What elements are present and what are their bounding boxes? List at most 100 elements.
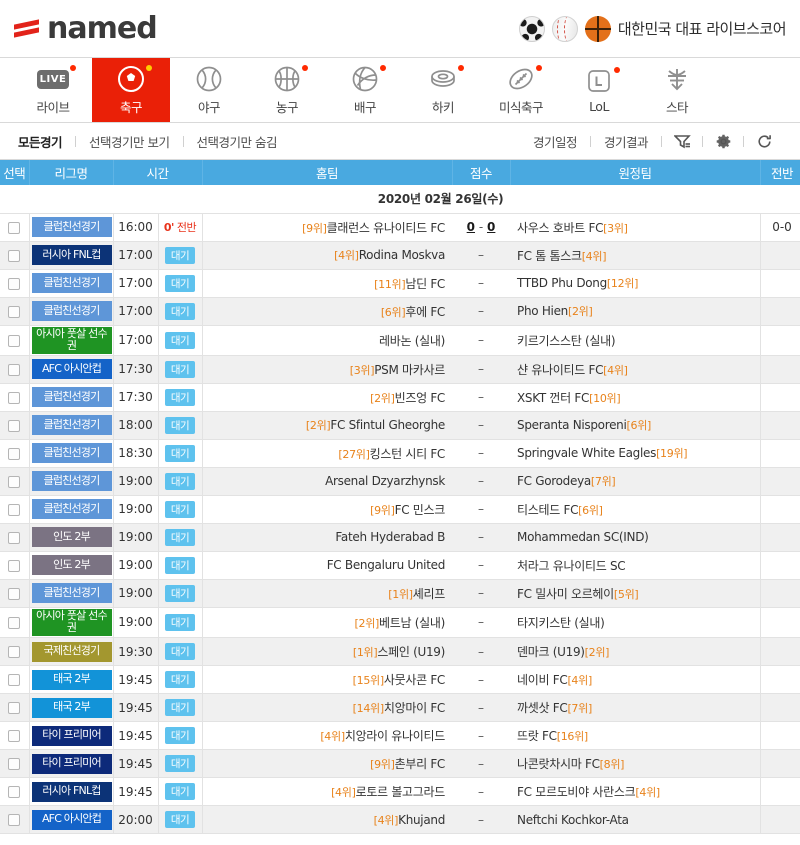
row-select-cell[interactable] [0, 805, 30, 835]
league-cell[interactable]: 태국 2부 [29, 665, 114, 695]
row-checkbox[interactable] [8, 334, 21, 347]
table-row[interactable]: 클럽친선경기 19:00 대기 Arsenal Dzyarzhynsk – FC Goro… [0, 467, 800, 496]
row-select-cell[interactable] [0, 467, 30, 496]
row-select-cell[interactable] [0, 551, 30, 580]
row-checkbox[interactable] [8, 447, 21, 460]
league-badge[interactable]: 타이 프리미어 [31, 725, 112, 746]
league-cell[interactable]: 클럽친선경기 [29, 579, 114, 608]
table-row[interactable]: 인도 2부 19:00 대기 Fateh Hyderabad B – Mohammedan… [0, 523, 800, 552]
table-row[interactable]: 태국 2부19:45대기[14위]치앙마이 FC–까셋삿 FC[7위]★ [0, 693, 800, 723]
row-checkbox[interactable] [8, 503, 21, 516]
table-row[interactable]: 클럽친선경기19:00대기[9위]FC 민스크–티스테드 FC[6위]★ [0, 495, 800, 524]
filter-show-selected-only[interactable]: 선택경기만 보기 [76, 132, 182, 151]
home-team-cell[interactable]: [4위]Khujand [202, 805, 453, 835]
sport-tab-축구[interactable]: 축구 [92, 58, 170, 122]
gear-icon[interactable] [703, 133, 743, 150]
league-badge[interactable]: 클럽친선경기 [31, 301, 112, 321]
table-row[interactable]: 클럽친선경기 17:00 대기 [11위]남딘 FC – TTBD Phu Dong[12… [0, 269, 800, 298]
row-checkbox[interactable] [8, 419, 21, 432]
row-checkbox[interactable] [8, 814, 21, 827]
league-badge[interactable]: 러시아 FNL컵 [31, 245, 112, 265]
league-badge[interactable]: 인도 2부 [31, 555, 112, 576]
table-row[interactable]: 아시아 풋살 선수권17:00대기레바논 (실내)–키르기스스탄 (실내)★ [0, 325, 800, 356]
league-badge[interactable]: 태국 2부 [31, 669, 112, 690]
league-cell[interactable]: AFC 아시안컵 [29, 355, 114, 384]
league-cell[interactable]: 인도 2부 [29, 551, 114, 580]
row-select-cell[interactable] [0, 241, 30, 270]
home-team-cell[interactable]: [4위]로토르 볼고그라드 [202, 777, 453, 807]
away-team-cell[interactable]: Springvale White Eagles[19위] [510, 439, 761, 468]
table-row[interactable]: AFC 아시안컵 17:30 대기 [3위]PSM 마카사르 – 샨 유나이티드 FC[4… [0, 355, 800, 384]
away-team-cell[interactable]: Mohammedan SC(IND) [510, 523, 761, 552]
away-team-cell[interactable]: 까셋삿 FC[7위] [510, 693, 761, 723]
league-badge[interactable]: AFC 아시안컵 [31, 809, 112, 830]
row-select-cell[interactable] [0, 213, 30, 242]
table-row[interactable]: 러시아 FNL컵 19:45 대기 [4위]로토르 볼고그라드 – FC 모르도비야 사란… [0, 777, 800, 807]
league-cell[interactable]: 아시아 풋살 선수권 [29, 325, 114, 356]
league-cell[interactable]: 인도 2부 [29, 523, 114, 552]
league-badge[interactable]: 클럽친선경기 [31, 471, 112, 492]
home-team-cell[interactable]: Arsenal Dzyarzhynsk [202, 467, 453, 496]
away-team-cell[interactable]: 덴마크 (U19)[2위] [510, 637, 761, 667]
away-team-cell[interactable]: FC 밀사미 오르헤이[5위] [510, 579, 761, 608]
sport-tab-야구[interactable]: 야구 [170, 58, 248, 122]
away-team-cell[interactable]: 샨 유나이티드 FC[4위] [510, 355, 761, 384]
league-badge[interactable]: 클럽친선경기 [31, 217, 112, 237]
row-checkbox[interactable] [8, 221, 21, 234]
sport-tab-농구[interactable]: 농구 [248, 58, 326, 122]
league-cell[interactable]: 타이 프리미어 [29, 749, 114, 779]
row-select-cell[interactable] [0, 607, 30, 639]
league-cell[interactable]: 클럽친선경기 [29, 439, 114, 468]
league-badge[interactable]: 클럽친선경기 [31, 499, 112, 520]
away-team-cell[interactable]: Neftchi Kochkor-Ata [510, 805, 761, 835]
away-team-cell[interactable]: 타지키스탄 (실내) [510, 607, 761, 639]
away-team-cell[interactable]: XSKT 껀터 FC[10위] [510, 383, 761, 412]
row-select-cell[interactable] [0, 269, 30, 298]
away-team-cell[interactable]: FC 톰 톰스크[4위] [510, 241, 761, 270]
filter-all-games[interactable]: 모든경기 [18, 132, 75, 151]
table-row[interactable]: 클럽친선경기17:30대기[2위]빈즈엉 FC–XSKT 껀터 FC[10위]★ [0, 383, 800, 412]
home-team-cell[interactable]: [9위]촌부리 FC [202, 749, 453, 779]
league-cell[interactable]: 타이 프리미어 [29, 721, 114, 751]
league-cell[interactable]: 클럽친선경기 [29, 411, 114, 440]
sport-tab-하키[interactable]: 하키 [404, 58, 482, 122]
league-cell[interactable]: 클럽친선경기 [29, 467, 114, 496]
row-select-cell[interactable] [0, 637, 30, 667]
link-schedule[interactable]: 경기일정 [520, 132, 590, 151]
home-team-cell[interactable]: Fateh Hyderabad B [202, 523, 453, 552]
home-team-cell[interactable]: [15위]사뭇사콘 FC [202, 665, 453, 695]
league-badge[interactable]: 아시아 풋살 선수권 [31, 326, 112, 354]
home-team-cell[interactable]: [6위]후에 FC [202, 297, 453, 326]
sport-tab-배구[interactable]: 배구 [326, 58, 404, 122]
row-select-cell[interactable] [0, 749, 30, 779]
row-checkbox[interactable] [8, 531, 21, 544]
home-team-cell[interactable]: [2위]빈즈엉 FC [202, 383, 453, 412]
table-row[interactable]: 국제친선경기 19:30 대기 [1위]스페인 (U19) – 덴마크 (U19)[2위]… [0, 637, 800, 667]
league-cell[interactable]: AFC 아시안컵 [29, 805, 114, 835]
home-team-cell[interactable]: [1위]셰리프 [202, 579, 453, 608]
home-team-cell[interactable]: [2위]FC Sfintul Gheorghe [202, 411, 453, 440]
home-team-cell[interactable]: [4위]치앙라이 유나이티드 [202, 721, 453, 751]
league-badge[interactable]: 인도 2부 [31, 527, 112, 548]
home-team-cell[interactable]: [11위]남딘 FC [202, 269, 453, 298]
league-cell[interactable]: 아시아 풋살 선수권 [29, 607, 114, 639]
away-team-cell[interactable]: Speranta Nisporeni[6위] [510, 411, 761, 440]
league-cell[interactable]: 태국 2부 [29, 693, 114, 723]
row-checkbox[interactable] [8, 249, 21, 262]
table-row[interactable]: 클럽친선경기 18:00 대기 [2위]FC Sfintul Gheorghe – Spe… [0, 411, 800, 440]
sport-tab-스타[interactable]: 스타 [638, 58, 716, 122]
table-row[interactable]: 인도 2부 19:00 대기 FC Bengaluru United – 처라그 유나이티… [0, 551, 800, 580]
table-row[interactable]: 타이 프리미어19:45대기[9위]촌부리 FC–나콘랏차시마 FC[8위]★ [0, 749, 800, 779]
row-checkbox[interactable] [8, 646, 21, 659]
table-row[interactable]: AFC 아시안컵 20:00 대기 [4위]Khujand – Neftchi Kochk… [0, 805, 800, 835]
row-checkbox[interactable] [8, 758, 21, 771]
home-team-cell[interactable]: [9위]FC 민스크 [202, 495, 453, 524]
table-row[interactable]: 클럽친선경기17:00대기[6위]후에 FC–Pho Hien[2위]★ [0, 297, 800, 326]
league-badge[interactable]: 클럽친선경기 [31, 273, 112, 293]
row-checkbox[interactable] [8, 587, 21, 600]
league-badge[interactable]: 클럽친선경기 [31, 583, 112, 604]
row-checkbox[interactable] [8, 559, 21, 572]
row-checkbox[interactable] [8, 616, 21, 629]
away-team-cell[interactable]: FC Gorodeya[7위] [510, 467, 761, 496]
row-select-cell[interactable] [0, 693, 30, 723]
